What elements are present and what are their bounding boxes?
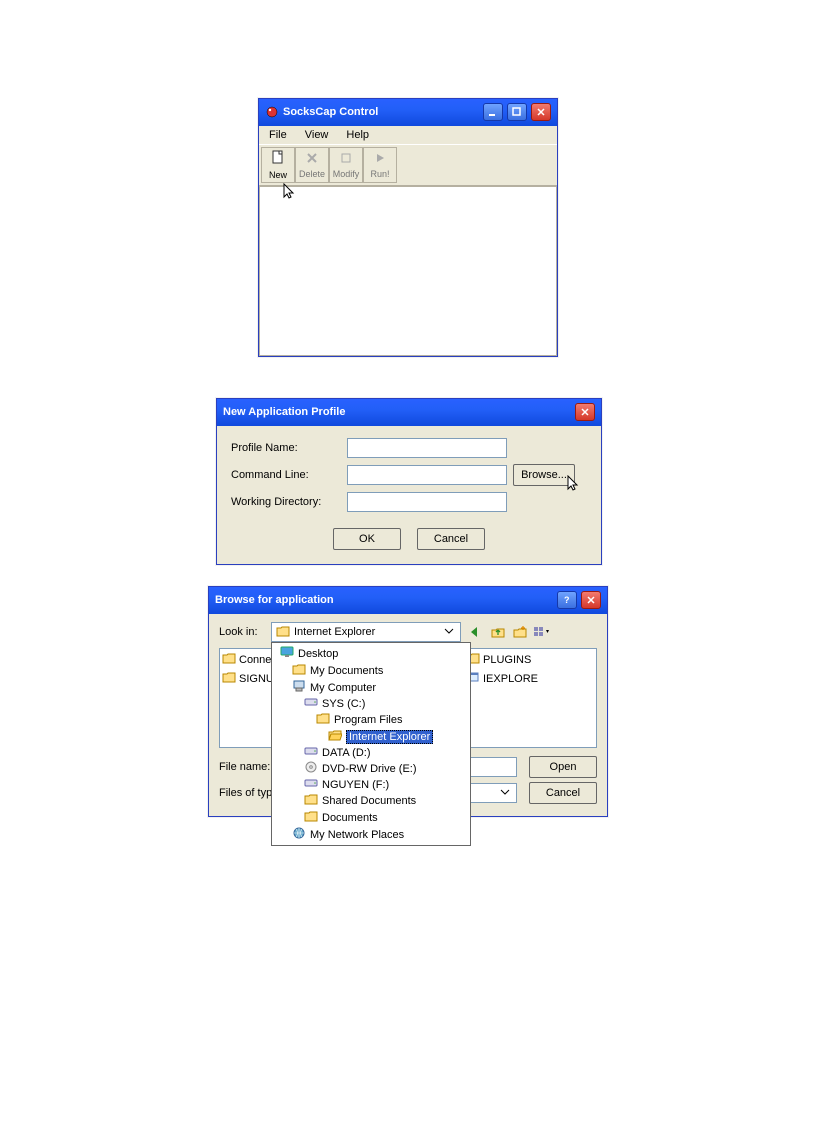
lookin-value: Internet Explorer — [294, 626, 375, 638]
file-item-label: PLUGINS — [483, 654, 531, 666]
menu-file[interactable]: File — [263, 127, 293, 143]
ok-button[interactable]: OK — [333, 528, 401, 550]
toolbar-delete-button[interactable]: Delete — [295, 147, 329, 183]
toolbar: New Delete Modify Run! — [259, 144, 557, 186]
close-button[interactable] — [575, 403, 595, 421]
drive-icon — [304, 746, 318, 759]
window-title: Browse for application — [215, 594, 334, 606]
working-dir-input[interactable] — [347, 492, 507, 512]
close-button[interactable] — [531, 103, 551, 121]
dropdown-item[interactable]: SYS (C:) — [272, 696, 470, 711]
browse-button[interactable]: Browse... — [513, 464, 575, 486]
dropdown-item-label: DVD-RW Drive (E:) — [322, 763, 417, 775]
file-item[interactable]: IEXPLORE — [466, 670, 586, 687]
desktop-icon — [280, 646, 294, 661]
toolbar-modify-button[interactable]: Modify — [329, 147, 363, 183]
folder-icon — [316, 712, 330, 727]
menu-view[interactable]: View — [299, 127, 335, 143]
toolbar-new-button[interactable]: New — [261, 147, 295, 183]
lookin-label: Look in: — [219, 626, 265, 638]
workspace-area — [259, 186, 557, 356]
dropdown-item-label: My Computer — [310, 682, 376, 694]
dropdown-item-label: My Network Places — [310, 829, 404, 841]
dropdown-item[interactable]: Program Files — [272, 711, 470, 728]
chevron-down-icon — [442, 624, 456, 641]
window-title: SocksCap Control — [283, 106, 378, 118]
folder-icon — [222, 652, 236, 667]
dropdown-item-label: Internet Explorer — [346, 730, 433, 744]
menu-help[interactable]: Help — [340, 127, 375, 143]
minimize-button[interactable] — [483, 103, 503, 121]
lookin-dropdown-list[interactable]: Desktop My Documents My Computer SYS (C:) Pr… — [271, 642, 471, 846]
working-dir-label: Working Directory: — [231, 496, 341, 508]
folder-open-icon — [328, 729, 342, 744]
dropdown-item[interactable]: Documents — [272, 809, 470, 826]
toolbar-run-label: Run! — [370, 169, 389, 179]
folder-icon — [222, 671, 236, 686]
view-menu-icon[interactable] — [533, 623, 551, 641]
cancel-button[interactable]: Cancel — [417, 528, 485, 550]
toolbar-delete-label: Delete — [299, 169, 325, 179]
sockscap-window: SocksCap Control File View Help New Dele… — [258, 98, 558, 357]
dropdown-item[interactable]: DVD-RW Drive (E:) — [272, 760, 470, 777]
dropdown-item[interactable]: My Documents — [272, 662, 470, 679]
lookin-combo[interactable]: Internet Explorer DesktopMy DocumentsMy … — [271, 622, 461, 642]
dropdown-item-label: DATA (D:) — [322, 747, 370, 759]
dropdown-item-label: NGUYEN (F:) — [322, 779, 389, 791]
properties-icon — [339, 151, 353, 167]
dropdown-item[interactable]: DATA (D:) — [272, 745, 470, 760]
toolbar-run-button[interactable]: Run! — [363, 147, 397, 183]
drive-icon — [304, 697, 318, 710]
maximize-button[interactable] — [507, 103, 527, 121]
command-line-label: Command Line: — [231, 469, 341, 481]
open-button[interactable]: Open — [529, 756, 597, 778]
drive-icon — [304, 778, 318, 791]
cancel-button[interactable]: Cancel — [529, 782, 597, 804]
globe-icon — [292, 827, 306, 842]
profile-name-input[interactable] — [347, 438, 507, 458]
dropdown-item-label: Desktop — [298, 648, 338, 660]
dropdown-item-label: Program Files — [334, 714, 402, 726]
chevron-down-icon — [498, 785, 512, 802]
titlebar[interactable]: Browse for application ? — [209, 587, 607, 614]
new-profile-dialog: New Application Profile Profile Name: Co… — [216, 398, 602, 565]
menubar: File View Help — [259, 126, 557, 144]
titlebar[interactable]: SocksCap Control — [259, 99, 557, 126]
dropdown-item[interactable]: My Network Places — [272, 826, 470, 843]
toolbar-new-label: New — [269, 170, 287, 180]
toolbar-modify-label: Modify — [333, 169, 360, 179]
dropdown-item-label: Shared Documents — [322, 795, 416, 807]
dropdown-item[interactable]: Desktop — [272, 645, 470, 662]
titlebar[interactable]: New Application Profile — [217, 399, 601, 426]
dropdown-item-label: Documents — [322, 812, 378, 824]
cd-icon — [304, 761, 318, 776]
delete-x-icon — [305, 151, 319, 167]
new-folder-icon[interactable] — [511, 623, 529, 641]
dropdown-item[interactable]: Internet Explorer — [272, 728, 470, 745]
back-icon[interactable] — [467, 623, 485, 641]
window-title: New Application Profile — [223, 406, 345, 418]
dropdown-item-label: My Documents — [310, 665, 383, 677]
dropdown-item[interactable]: My Computer — [272, 679, 470, 696]
command-line-input[interactable] — [347, 465, 507, 485]
app-icon — [265, 105, 279, 119]
file-item[interactable]: PLUGINS — [466, 651, 586, 668]
folder-icon — [304, 793, 318, 808]
svg-text:?: ? — [564, 595, 570, 605]
help-button[interactable]: ? — [557, 591, 577, 609]
file-item-label: IEXPLORE — [483, 673, 538, 685]
folder-icon — [292, 663, 306, 678]
dropdown-item-label: SYS (C:) — [322, 698, 365, 710]
folder-icon — [304, 810, 318, 825]
browse-dialog: Browse for application ? Look in: Intern… — [208, 586, 608, 817]
dropdown-item[interactable]: Shared Documents — [272, 792, 470, 809]
close-button[interactable] — [581, 591, 601, 609]
folder-open-icon — [276, 625, 290, 640]
up-folder-icon[interactable] — [489, 623, 507, 641]
new-document-icon — [271, 150, 285, 168]
dropdown-item[interactable]: NGUYEN (F:) — [272, 777, 470, 792]
profile-name-label: Profile Name: — [231, 442, 341, 454]
run-icon — [373, 151, 387, 167]
computer-icon — [292, 680, 306, 695]
